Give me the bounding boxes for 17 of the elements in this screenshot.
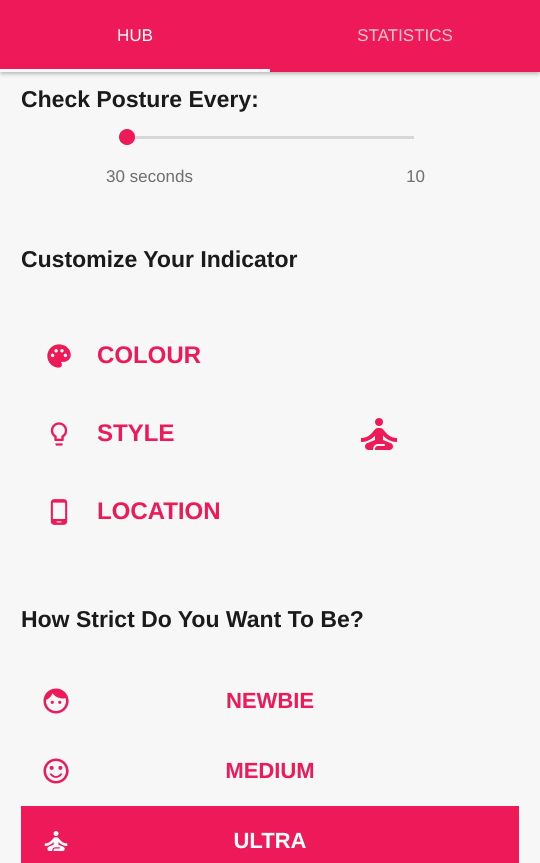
option-button[interactable]: LOCATION [21,495,341,529]
option-button[interactable]: STYLE [21,417,341,451]
slider-thumb[interactable] [118,129,134,145]
level-option[interactable]: ULTRA [21,806,519,863]
smiley-icon [41,756,71,786]
face-icon [41,686,71,716]
slider-max-label: 10 [406,167,425,187]
tab[interactable]: HUB [0,0,270,72]
section-heading: Check Posture Every: [21,86,260,113]
section-heading: Customize Your Indicator [21,246,298,273]
level-option[interactable]: MEDIUM [21,736,519,806]
palette-icon [45,342,73,370]
level-option[interactable]: NEWBIE [21,666,519,736]
slider-min-label: 30 seconds [106,167,193,187]
option-button[interactable]: COLOUR [21,339,341,373]
section-heading: How Strict Do You Want To Be? [21,606,365,633]
tab[interactable]: STATISTICS [270,0,540,72]
